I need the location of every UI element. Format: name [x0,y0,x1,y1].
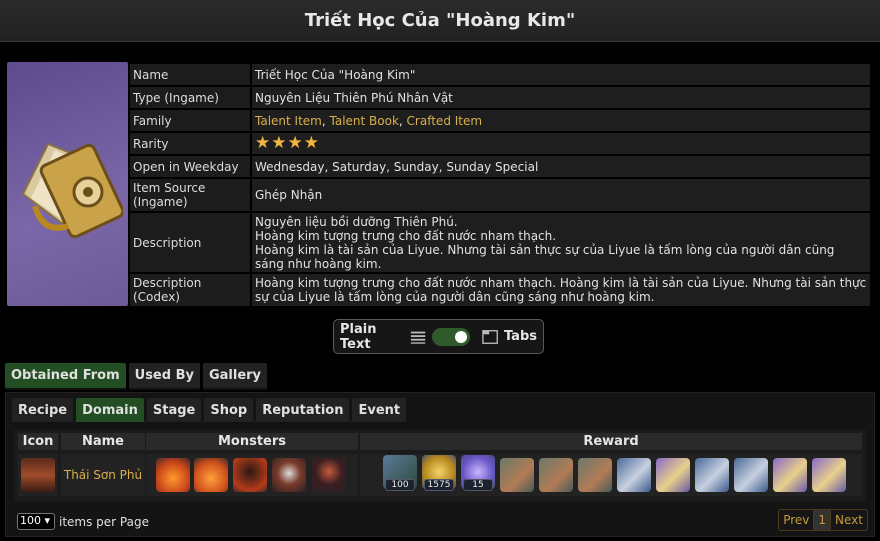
info-label: Description (Codex) [130,274,252,306]
family-link-talent-item[interactable]: Talent Item [255,114,322,128]
guide-book-icon[interactable] [617,458,651,492]
per-page-label: items per Page [59,514,149,529]
page-number[interactable]: 1 [813,510,832,530]
item-description: Nguyên liệu bồi dưỡng Thiên Phú. Hoàng ki… [252,213,870,272]
table-cell-name: Thái Sơn Phủ [61,454,145,496]
hilichurl-icon[interactable] [312,458,346,492]
tab-gallery[interactable]: Gallery [202,363,268,390]
item-codex: Hoàng kim tượng trưng cho đất nước nham … [252,274,870,306]
tab-event[interactable]: Event [352,398,407,424]
domain-link[interactable]: Thái Sơn Phủ [64,468,142,482]
tab-stage[interactable]: Stage [146,398,202,424]
guide-book-icon[interactable] [734,458,768,492]
family-link-talent-book[interactable]: Talent Book [330,114,399,128]
rarity-stars-icon: ★★★★ [252,133,870,154]
item-type: Nguyên Liệu Thiên Phú Nhân Vật [252,87,870,108]
item-name: Triết Học Của "Hoàng Kim" [252,64,870,85]
info-label: Item Source (Ingame) [130,179,252,211]
philosophies-book-icon[interactable] [812,458,846,492]
info-label: Open in Weekday [130,156,252,177]
items-per-page: 100 ▾ items per Page [17,513,149,530]
teachings-book-icon[interactable] [539,458,573,492]
item-weekday: Wednesday, Saturday, Sunday, Sunday Spec… [252,156,870,177]
plain-text-label: Plain Text [340,321,377,352]
obtained-from-panel: Recipe Domain Stage Shop Reputation Even… [5,392,875,537]
item-source: Ghép Nhận [252,179,870,211]
teachings-book-icon[interactable] [500,458,534,492]
item-image [7,62,128,306]
companionship-exp-icon[interactable]: 15 [461,455,495,491]
large-pyro-slime-icon[interactable] [194,458,228,492]
info-label: Family [130,110,252,131]
table-row [18,454,58,496]
tab-reputation[interactable]: Reputation [256,398,350,424]
per-page-select[interactable]: 100 ▾ [17,513,55,530]
toggle-switch[interactable] [432,327,470,346]
tabs-label: Tabs [503,329,537,344]
teachings-book-icon[interactable] [578,458,612,492]
tab-domain[interactable]: Domain [76,398,144,424]
abyss-mage-icon[interactable] [233,458,267,492]
pagination: Prev 1 Next [778,509,868,531]
philosophies-book-icon[interactable] [773,458,807,492]
col-header-monsters[interactable]: Monsters [146,433,358,450]
info-label: Description [130,213,252,272]
domain-icon[interactable] [21,458,55,492]
mora-icon[interactable]: 1575 [422,455,456,491]
col-header-name[interactable]: Name [61,433,145,450]
page-header: Triết Học Của "Hoàng Kim" [0,0,880,42]
tab-recipe[interactable]: Recipe [12,398,74,424]
page-title: Triết Học Của "Hoàng Kim" [304,10,576,31]
table-cell-rewards: 100 1575 15 [360,454,862,496]
tab-used-by[interactable]: Used By [128,363,200,390]
info-label: Type (Ingame) [130,87,252,108]
guide-book-icon[interactable] [695,458,729,492]
philosophies-book-icon[interactable] [656,458,690,492]
sub-tabs: Recipe Domain Stage Shop Reputation Even… [12,398,407,424]
next-button[interactable]: Next [831,510,867,530]
list-icon [411,331,426,344]
table-cell-monsters [146,454,358,496]
pyro-slime-icon[interactable] [156,458,190,492]
view-toggle[interactable]: Plain Text Tabs [333,319,544,354]
domain-table: Icon Name Monsters Reward Thái Sơn Phủ 1… [14,430,866,502]
info-label: Rarity [130,133,252,154]
tab-icon [482,329,498,344]
item-family: Talent Item, Talent Book, Crafted Item [252,110,870,131]
family-link-crafted-item[interactable]: Crafted Item [407,114,483,128]
col-header-icon[interactable]: Icon [18,433,58,450]
prev-button[interactable]: Prev [779,510,814,530]
col-header-reward[interactable]: Reward [360,433,862,450]
mitachurl-icon[interactable] [272,458,306,492]
tab-obtained-from[interactable]: Obtained From [5,363,126,390]
main-tabs: Obtained From Used By Gallery [5,363,268,390]
info-label: Name [130,64,252,85]
tab-shop[interactable]: Shop [204,398,254,424]
item-info-table: Name Triết Học Của "Hoàng Kim" Type (Inga… [130,62,870,308]
adventure-exp-icon[interactable]: 100 [383,455,417,491]
